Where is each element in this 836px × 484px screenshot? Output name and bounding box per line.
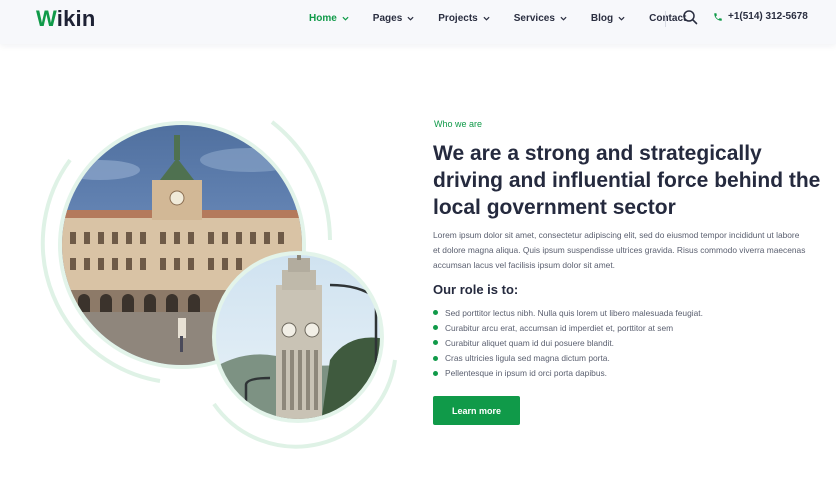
town-hall-photo — [62, 125, 302, 365]
role-heading: Our role is to: — [433, 282, 519, 297]
search-icon[interactable] — [682, 9, 698, 25]
clock-tower-photo — [216, 255, 380, 419]
chevron-down-icon — [342, 16, 349, 21]
list-item: Curabitur aliquet quam id dui posuere bl… — [433, 335, 703, 350]
list-item: Pellentesque in ipsum id orci porta dapi… — [433, 366, 703, 381]
brand-logo[interactable]: Wikin — [36, 8, 95, 30]
bullet-dot-icon — [433, 355, 438, 361]
nav-item-home[interactable]: Home — [309, 13, 349, 24]
nav-item-blog[interactable]: Blog — [591, 13, 625, 24]
bullet-dot-icon — [433, 325, 438, 331]
chevron-down-icon — [483, 16, 490, 21]
bullet-dot-icon — [433, 310, 438, 316]
phone-link[interactable]: +1(514) 312-5678 — [713, 11, 808, 22]
nav-divider — [665, 11, 666, 27]
nav-item-contact[interactable]: Contact — [649, 13, 686, 24]
decorative-arc — [40, 158, 161, 383]
section-description: Lorem ipsum dolor sit amet, consectetur … — [433, 230, 806, 271]
role-list: Sed porttitor lectus nibh. Nulla quis lo… — [433, 305, 703, 381]
decorative-arc — [270, 120, 332, 241]
main-nav: Home Pages Projects Services Blog Contac… — [309, 0, 710, 36]
bullet-dot-icon — [433, 370, 438, 376]
list-item: Sed porttitor lectus nibh. Nulla quis lo… — [433, 305, 703, 320]
list-item: Cras ultricies ligula sed magna dictum p… — [433, 351, 703, 366]
chevron-down-icon — [560, 16, 567, 21]
nav-item-services[interactable]: Services — [514, 13, 567, 24]
chevron-down-icon — [407, 16, 414, 21]
phone-icon — [714, 12, 722, 21]
section-eyebrow: Who we are — [434, 119, 483, 129]
site-header: Wikin Home Pages Projects Services Blog … — [0, 0, 836, 44]
nav-item-pages[interactable]: Pages — [373, 13, 414, 24]
decorative-arc — [212, 359, 397, 449]
nav-item-projects[interactable]: Projects — [438, 13, 490, 24]
list-item: Curabitur arcu erat, accumsan id imperdi… — [433, 320, 703, 335]
section-title: We are a strong and strategically drivin… — [433, 142, 821, 219]
chevron-down-icon — [618, 16, 625, 21]
bullet-dot-icon — [433, 340, 438, 346]
learn-more-button[interactable]: Learn more — [433, 396, 520, 425]
